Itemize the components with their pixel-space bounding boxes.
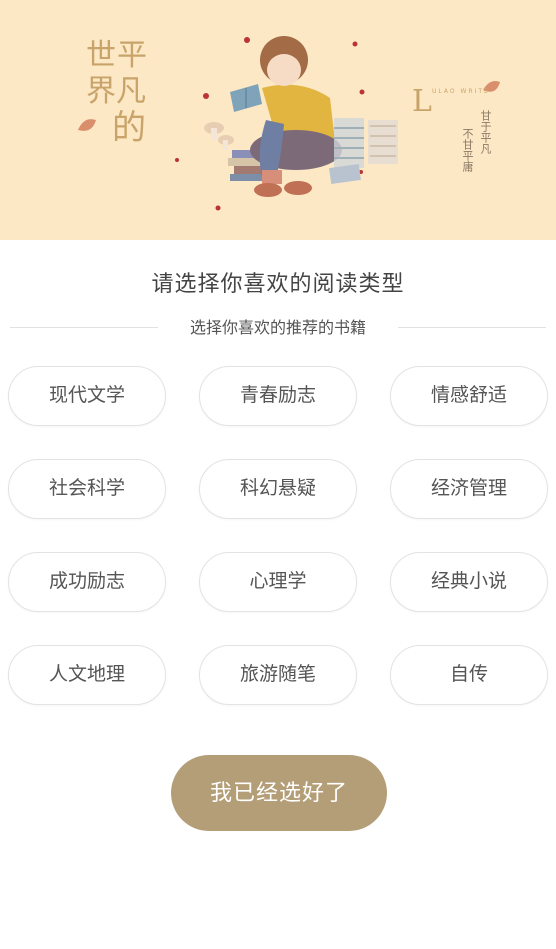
category-chip[interactable]: 情感舒适 [390, 366, 548, 426]
category-chip[interactable]: 自传 [390, 645, 548, 705]
category-chip[interactable]: 成功励志 [8, 552, 166, 612]
category-chip[interactable]: 人文地理 [8, 645, 166, 705]
category-chip[interactable]: 经典小说 [390, 552, 548, 612]
category-chip[interactable]: 社会科学 [8, 459, 166, 519]
confirm-selection-button[interactable]: 我已经选好了 [171, 755, 387, 831]
category-chip[interactable]: 青春励志 [199, 366, 357, 426]
banner-side-text-2: 不甘平庸 [461, 128, 474, 172]
subtitle-row: 选择你喜欢的推荐的书籍 [0, 316, 556, 340]
page-title: 请选择你喜欢的阅读类型 [151, 272, 405, 297]
header-banner: 世平 界凡 的 L ULAO WRITE 甘于平凡 不甘平庸 [0, 0, 556, 240]
banner-logo-small: ULAO WRITE [432, 88, 490, 95]
category-chip[interactable]: 经济管理 [390, 459, 548, 519]
reading-girl-illustration [78, 36, 500, 211]
divider-right [398, 327, 546, 328]
banner-logo-letter: L [412, 84, 432, 119]
page-subtitle: 选择你喜欢的推荐的书籍 [189, 318, 366, 337]
category-chip[interactable]: 科幻悬疑 [199, 459, 357, 519]
category-chip[interactable]: 旅游随笔 [199, 645, 357, 705]
banner-side-text-1: 甘于平凡 [479, 110, 492, 154]
category-chip[interactable]: 现代文学 [8, 366, 166, 426]
category-chip[interactable]: 心理学 [199, 552, 357, 612]
